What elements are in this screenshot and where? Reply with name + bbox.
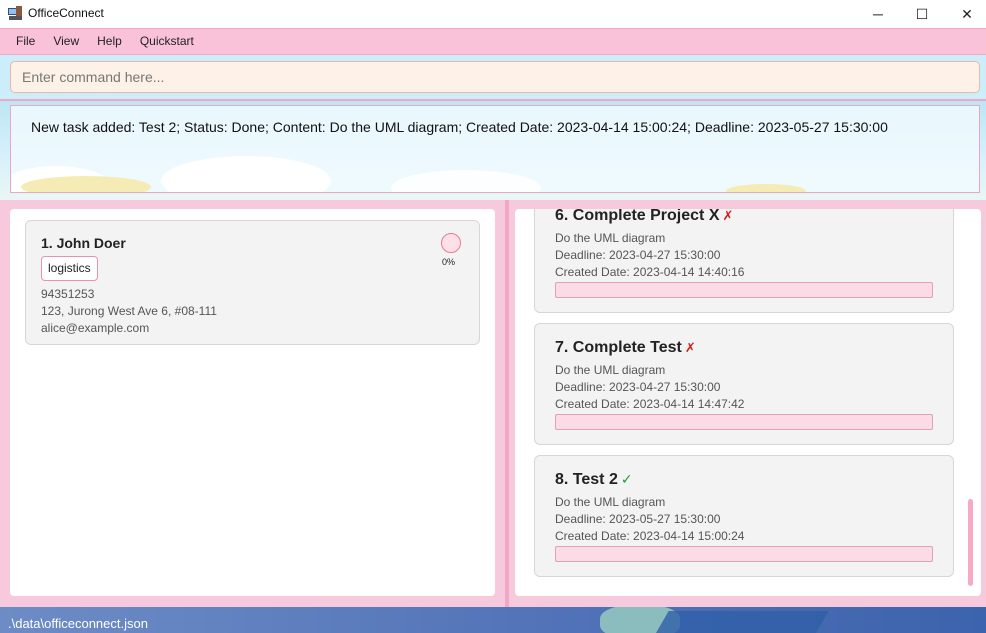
task-created-date: Created Date: 2023-04-14 14:47:42 <box>555 397 745 411</box>
cloud-decoration <box>391 170 541 192</box>
task-deadline: Deadline: 2023-04-27 15:30:00 <box>555 380 721 394</box>
close-button[interactable]: ✕ <box>944 0 986 28</box>
status-check-icon: ✓ <box>620 471 633 487</box>
minimize-button[interactable]: ─ <box>855 0 901 28</box>
menu-quickstart[interactable]: Quickstart <box>131 29 203 54</box>
window-title: OfficeConnect <box>28 6 104 20</box>
person-phone: 94351253 <box>41 287 95 301</box>
main-area: 1. John Doer logistics 0% 94351253 123, … <box>0 200 986 607</box>
task-content: Do the UML diagram <box>555 231 666 245</box>
status-bar: .\data\officeconnect.json <box>0 607 986 633</box>
command-input[interactable] <box>10 61 980 93</box>
person-list-panel: 1. John Doer logistics 0% 94351253 123, … <box>10 209 495 596</box>
task-title: 8. Test 2 ✓ <box>555 471 633 488</box>
task-content: Do the UML diagram <box>555 495 666 509</box>
task-created-date: Created Date: 2023-04-14 15:00:24 <box>555 529 745 543</box>
result-message: New task added: Test 2; Status: Done; Co… <box>31 119 888 135</box>
task-card[interactable]: 8. Test 2 ✓ Do the UML diagram Deadline: … <box>534 455 954 577</box>
status-cross-icon: ✗ <box>684 340 696 355</box>
hill-decoration <box>21 176 151 192</box>
task-title: 7. Complete Test ✗ <box>555 339 696 356</box>
panel-divider[interactable] <box>505 200 509 607</box>
person-card[interactable]: 1. John Doer logistics 0% 94351253 123, … <box>25 220 480 345</box>
task-deadline: Deadline: 2023-04-27 15:30:00 <box>555 248 721 262</box>
task-created-date: Created Date: 2023-04-14 14:40:16 <box>555 265 745 279</box>
hill-decoration <box>726 184 806 192</box>
result-display: New task added: Test 2; Status: Done; Co… <box>10 105 980 193</box>
progress-circle-icon <box>441 233 461 253</box>
task-title: 6. Complete Project X ✗ <box>555 209 734 224</box>
menu-help[interactable]: Help <box>88 29 131 54</box>
task-content: Do the UML diagram <box>555 363 666 377</box>
person-tag: logistics <box>41 256 98 281</box>
menu-view[interactable]: View <box>44 29 88 54</box>
task-list-scrollbar[interactable] <box>968 499 973 586</box>
progress-percent: 0% <box>442 257 456 267</box>
task-deadline: Deadline: 2023-05-27 15:30:00 <box>555 512 721 526</box>
title-bar: OfficeConnect ─ ☐ ✕ <box>0 0 986 28</box>
task-progress-bar <box>555 546 933 562</box>
person-name: 1. John Doer <box>41 235 126 251</box>
status-decoration <box>651 611 829 633</box>
menu-bar: File View Help Quickstart <box>0 28 986 55</box>
command-area <box>0 55 986 100</box>
maximize-button[interactable]: ☐ <box>899 0 945 28</box>
person-address: 123, Jurong West Ave 6, #08-111 <box>41 304 217 318</box>
task-progress-bar <box>555 414 933 430</box>
cloud-decoration <box>161 156 331 192</box>
person-email: alice@example.com <box>41 321 150 335</box>
task-card[interactable]: 6. Complete Project X ✗ Do the UML diagra… <box>534 209 954 313</box>
task-list-panel: 6. Complete Project X ✗ Do the UML diagra… <box>515 209 981 596</box>
result-area: New task added: Test 2; Status: Done; Co… <box>0 101 986 200</box>
task-card[interactable]: 7. Complete Test ✗ Do the UML diagram Dea… <box>534 323 954 445</box>
app-icon <box>8 6 22 20</box>
menu-file[interactable]: File <box>7 29 44 54</box>
status-cross-icon: ✗ <box>722 209 734 223</box>
task-progress-bar <box>555 282 933 298</box>
data-file-path: .\data\officeconnect.json <box>8 616 148 631</box>
